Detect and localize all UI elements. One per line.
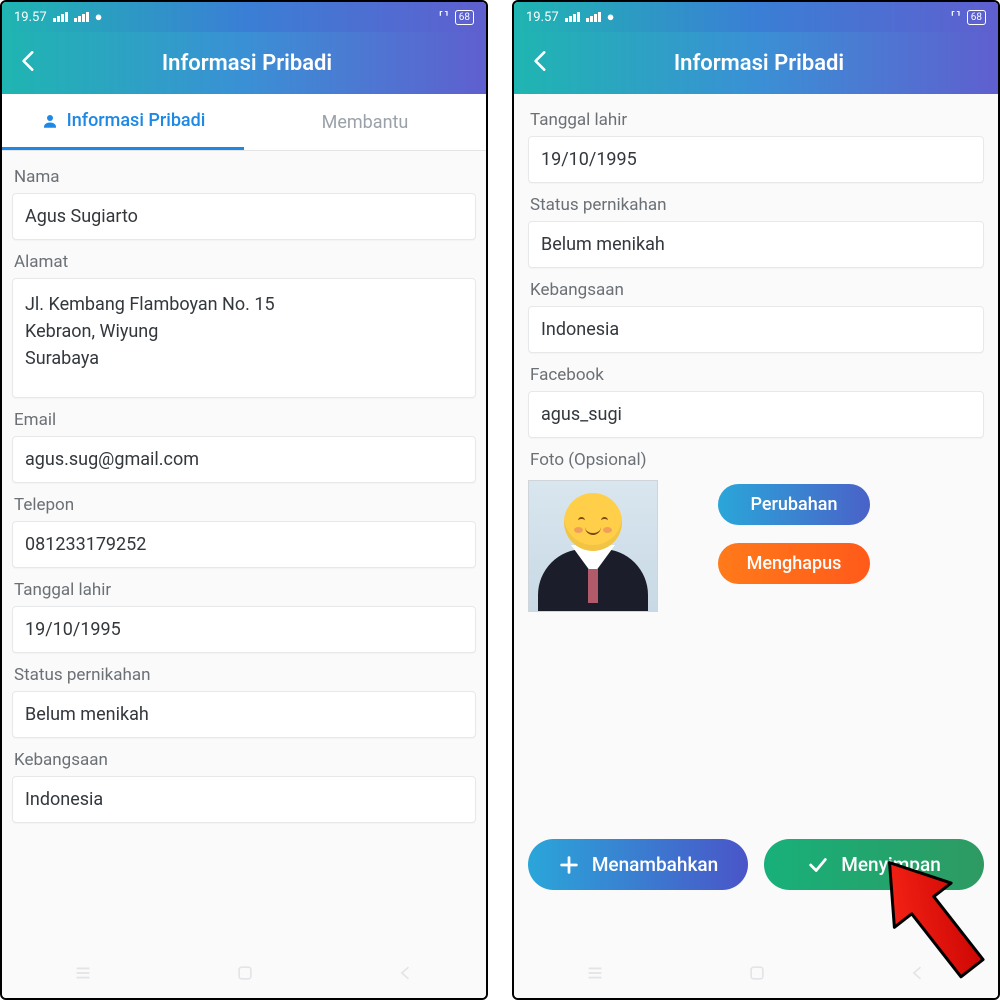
status-bar: 19.57 ● ⸢⸣ 68 [514,2,998,32]
input-nation[interactable]: Indonesia [528,306,984,353]
label-email: Email [14,410,474,430]
signal-icon [565,12,580,22]
nav-home-icon[interactable] [235,963,255,988]
label-name: Nama [14,167,474,187]
input-nation[interactable]: Indonesia [12,776,476,823]
input-email[interactable]: agus.sug@gmail.com [12,436,476,483]
battery-indicator: 68 [455,10,474,25]
change-photo-button[interactable]: Perubahan [718,484,870,525]
label-dob: Tanggal lahir [530,110,982,130]
signal-icon-2 [74,12,89,22]
soft-nav [514,952,998,998]
label-phone: Telepon [14,495,474,515]
page-title: Informasi Pribadi [52,51,442,76]
form-scroll-right[interactable]: Tanggal lahir 19/10/1995 Status pernikah… [514,94,998,998]
label-marital: Status pernikahan [14,665,474,685]
label-nation: Kebangsaan [530,280,982,300]
tab-help[interactable]: Membantu [244,94,486,150]
phone-left: 19.57 ● ⸢⸣ 68 Informasi Pribadi Informas… [0,0,488,1000]
back-icon[interactable] [528,48,554,79]
label-nation: Kebangsaan [14,750,474,770]
person-icon [41,112,59,130]
tab-personal-label: Informasi Pribadi [67,110,206,131]
phone-right: 19.57 ● ⸢⸣ 68 Informasi Pribadi Tanggal … [512,0,1000,1000]
delete-photo-button[interactable]: Menghapus [718,543,870,584]
app-bar: Informasi Pribadi [514,32,998,94]
label-address: Alamat [14,252,474,272]
label-dob: Tanggal lahir [14,580,474,600]
input-dob[interactable]: 19/10/1995 [12,606,476,653]
input-marital[interactable]: Belum menikah [528,221,984,268]
vibrate-icon: ⸢⸣ [439,10,449,25]
add-button[interactable]: Menambahkan [528,839,748,890]
page-title: Informasi Pribadi [564,51,954,76]
notif-dot-icon: ● [95,9,103,25]
status-bar: 19.57 ● ⸢⸣ 68 [2,2,486,32]
app-bar: Informasi Pribadi [2,32,486,94]
nav-menu-icon[interactable] [72,962,94,989]
status-time: 19.57 [526,10,559,25]
signal-icon-2 [586,12,601,22]
plus-icon [558,854,580,876]
nav-home-icon[interactable] [747,963,767,988]
tab-personal-info[interactable]: Informasi Pribadi [2,94,244,150]
input-facebook[interactable]: agus_sugi [528,391,984,438]
save-button-label: Menyimpan [841,853,941,876]
vibrate-icon: ⸢⸣ [951,10,961,25]
label-photo: Foto (Opsional) [530,450,982,470]
save-button[interactable]: Menyimpan [764,839,984,890]
form-scroll-left[interactable]: Nama Agus Sugiarto Alamat Jl. Kembang Fl… [2,151,486,998]
battery-indicator: 68 [967,10,986,25]
input-marital[interactable]: Belum menikah [12,691,476,738]
input-phone[interactable]: 081233179252 [12,521,476,568]
nav-back-icon[interactable] [396,963,416,988]
signal-icon [53,12,68,22]
nav-back-icon[interactable] [908,963,928,988]
soft-nav [2,952,486,998]
notif-dot-icon: ● [607,9,615,25]
photo-thumbnail[interactable] [528,480,658,612]
add-button-label: Menambahkan [592,853,718,876]
status-time: 19.57 [14,10,47,25]
label-facebook: Facebook [530,365,982,385]
input-name[interactable]: Agus Sugiarto [12,193,476,240]
face-emoji-icon [564,493,622,551]
input-dob[interactable]: 19/10/1995 [528,136,984,183]
nav-menu-icon[interactable] [584,962,606,989]
input-address[interactable]: Jl. Kembang Flamboyan No. 15 Kebraon, Wi… [12,278,476,398]
back-icon[interactable] [16,48,42,79]
label-marital: Status pernikahan [530,195,982,215]
tab-bar: Informasi Pribadi Membantu [2,94,486,151]
check-icon [807,854,829,876]
tab-help-label: Membantu [322,112,409,133]
